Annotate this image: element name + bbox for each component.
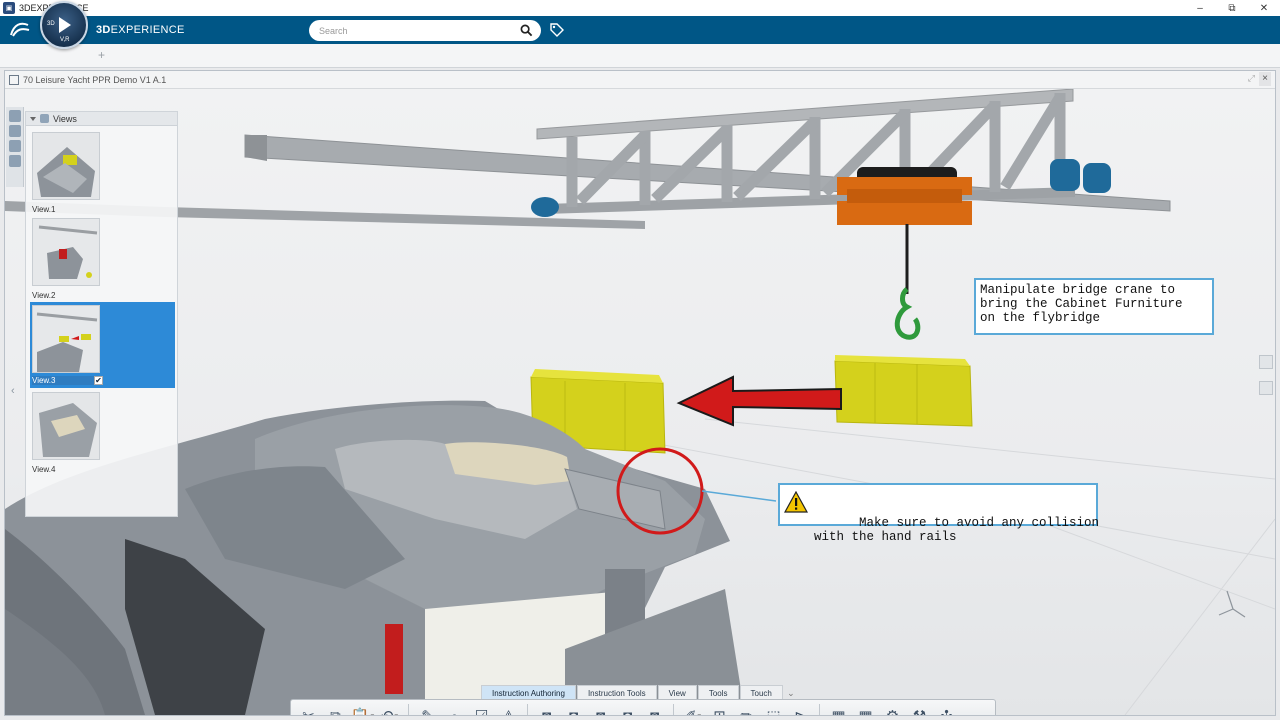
document-window: 70 Leisure Yacht PPR Demo V1 A.1 ⤢ × Vie… (4, 70, 1276, 716)
app-logo-icon: ▣ (3, 2, 15, 14)
action-bar: ✂ ⧉ 📋▾ ↶▾ ✎ ⌕ ☑ ⚠ ◙ ◘ ◙ ◘ ◙ ✐▾ ⊞ ✏ ⬚ ⊳ ▦… (290, 699, 996, 715)
window-controls: – ⧉ ✕ (1184, 0, 1280, 16)
document-title-bar: 70 Leisure Yacht PPR Demo V1 A.1 ⤢ × (5, 71, 1275, 89)
copy-icon[interactable]: ⧉ (325, 705, 347, 716)
3d-scene[interactable] (5, 89, 1275, 715)
toolbar-separator (673, 704, 674, 715)
document-title: 70 Leisure Yacht PPR Demo V1 A.1 (23, 74, 167, 85)
capture-list-icon[interactable]: ◘ (563, 705, 585, 716)
left-icon-strip (6, 107, 24, 187)
settings-icon[interactable] (9, 140, 21, 152)
globe-icon[interactable] (9, 155, 21, 167)
warning-instruction-icon[interactable]: ⚠ (498, 705, 520, 715)
cut-icon[interactable]: ✂ (298, 705, 320, 715)
compass-tool-icon[interactable]: ✣ (936, 705, 958, 715)
toolbar-separator (819, 704, 820, 715)
app-brand: 3DEXPERIENCE (96, 24, 185, 36)
maximize-icon[interactable]: ⤢ (1248, 73, 1255, 84)
capture-delete-icon[interactable]: ◙ (644, 705, 666, 716)
warning-icon (784, 491, 808, 513)
undo-icon[interactable]: ↶▾ (379, 705, 401, 715)
add-tab-button[interactable]: + (98, 48, 105, 62)
toolbar-separator (527, 704, 528, 715)
tab-strip: + (0, 44, 1280, 68)
panel-collapse-icon[interactable]: ‹ (11, 385, 15, 397)
view-control-icon[interactable] (1259, 355, 1273, 369)
camera-icon[interactable] (9, 125, 21, 137)
3d-viewport[interactable]: Views View.1 View.2 View.3 ✔ View.4 ‹ Ma… (5, 89, 1275, 715)
preview-instruction-icon[interactable]: ⌕ (444, 705, 466, 716)
close-button[interactable]: ✕ (1248, 0, 1280, 16)
app-top-bar: 3DEXPERIENCE Search (0, 16, 1280, 44)
validate-instruction-icon[interactable]: ☑ (471, 705, 493, 715)
view-thumbnail[interactable] (32, 218, 100, 286)
pencil-icon[interactable]: ✏ (736, 705, 758, 715)
views-panel-header[interactable]: Views (26, 112, 177, 126)
play-icon (59, 17, 71, 33)
dassault-logo-icon[interactable] (8, 20, 32, 40)
views-icon (40, 114, 49, 123)
robot-icon[interactable]: ⚙ (882, 705, 904, 715)
toolbar-separator (408, 704, 409, 715)
table-icon[interactable]: ▦ (828, 705, 850, 715)
view-thumbnail[interactable] (32, 305, 100, 373)
view-thumbnail[interactable] (32, 132, 100, 200)
edit-instruction-icon[interactable]: ✎ (417, 705, 439, 715)
measure-icon[interactable]: ⊞ (709, 705, 731, 715)
view-item-3[interactable]: View.3 ✔ (30, 302, 175, 388)
restore-button[interactable]: ⧉ (1216, 0, 1248, 16)
view-checkbox[interactable]: ✔ (94, 376, 103, 385)
search-icon[interactable] (520, 24, 533, 37)
tag-icon[interactable] (549, 22, 565, 38)
manipulator-icon[interactable]: ⚒ (909, 705, 931, 715)
document-icon (9, 74, 19, 85)
capture-view-icon[interactable]: ◙ (536, 705, 558, 716)
capture-update-icon[interactable]: ◙ (590, 705, 612, 716)
document-close-button[interactable]: × (1259, 72, 1271, 86)
play-forward-icon[interactable]: ⊳ (790, 705, 812, 715)
os-title-bar: ▣ 3DEXPERIENCE – ⧉ ✕ (0, 0, 1280, 16)
paste-icon[interactable]: 📋▾ (351, 705, 374, 715)
collapse-triangle-icon[interactable] (30, 116, 36, 121)
compass-widget[interactable]: 3D V,R (40, 1, 88, 49)
warning-instruction-note[interactable]: Make sure to avoid any collision with th… (778, 483, 1099, 544)
tree-icon[interactable] (9, 110, 21, 122)
views-panel: Views View.1 View.2 View.3 ✔ View.4 (25, 111, 178, 517)
view-thumbnail[interactable] (32, 392, 100, 460)
crane-instruction-note[interactable]: Manipulate bridge crane to bring the Cab… (974, 278, 1214, 335)
table-edit-icon[interactable]: ▦ (855, 705, 877, 715)
box-icon[interactable]: ⬚ (763, 705, 785, 715)
minimize-button[interactable]: – (1184, 0, 1216, 16)
annotation-tool-icon[interactable]: ✐▾ (682, 705, 704, 715)
layout-control-icon[interactable] (1259, 381, 1273, 395)
search-input[interactable]: Search (309, 20, 541, 41)
capture-settings-icon[interactable]: ◘ (617, 705, 639, 716)
